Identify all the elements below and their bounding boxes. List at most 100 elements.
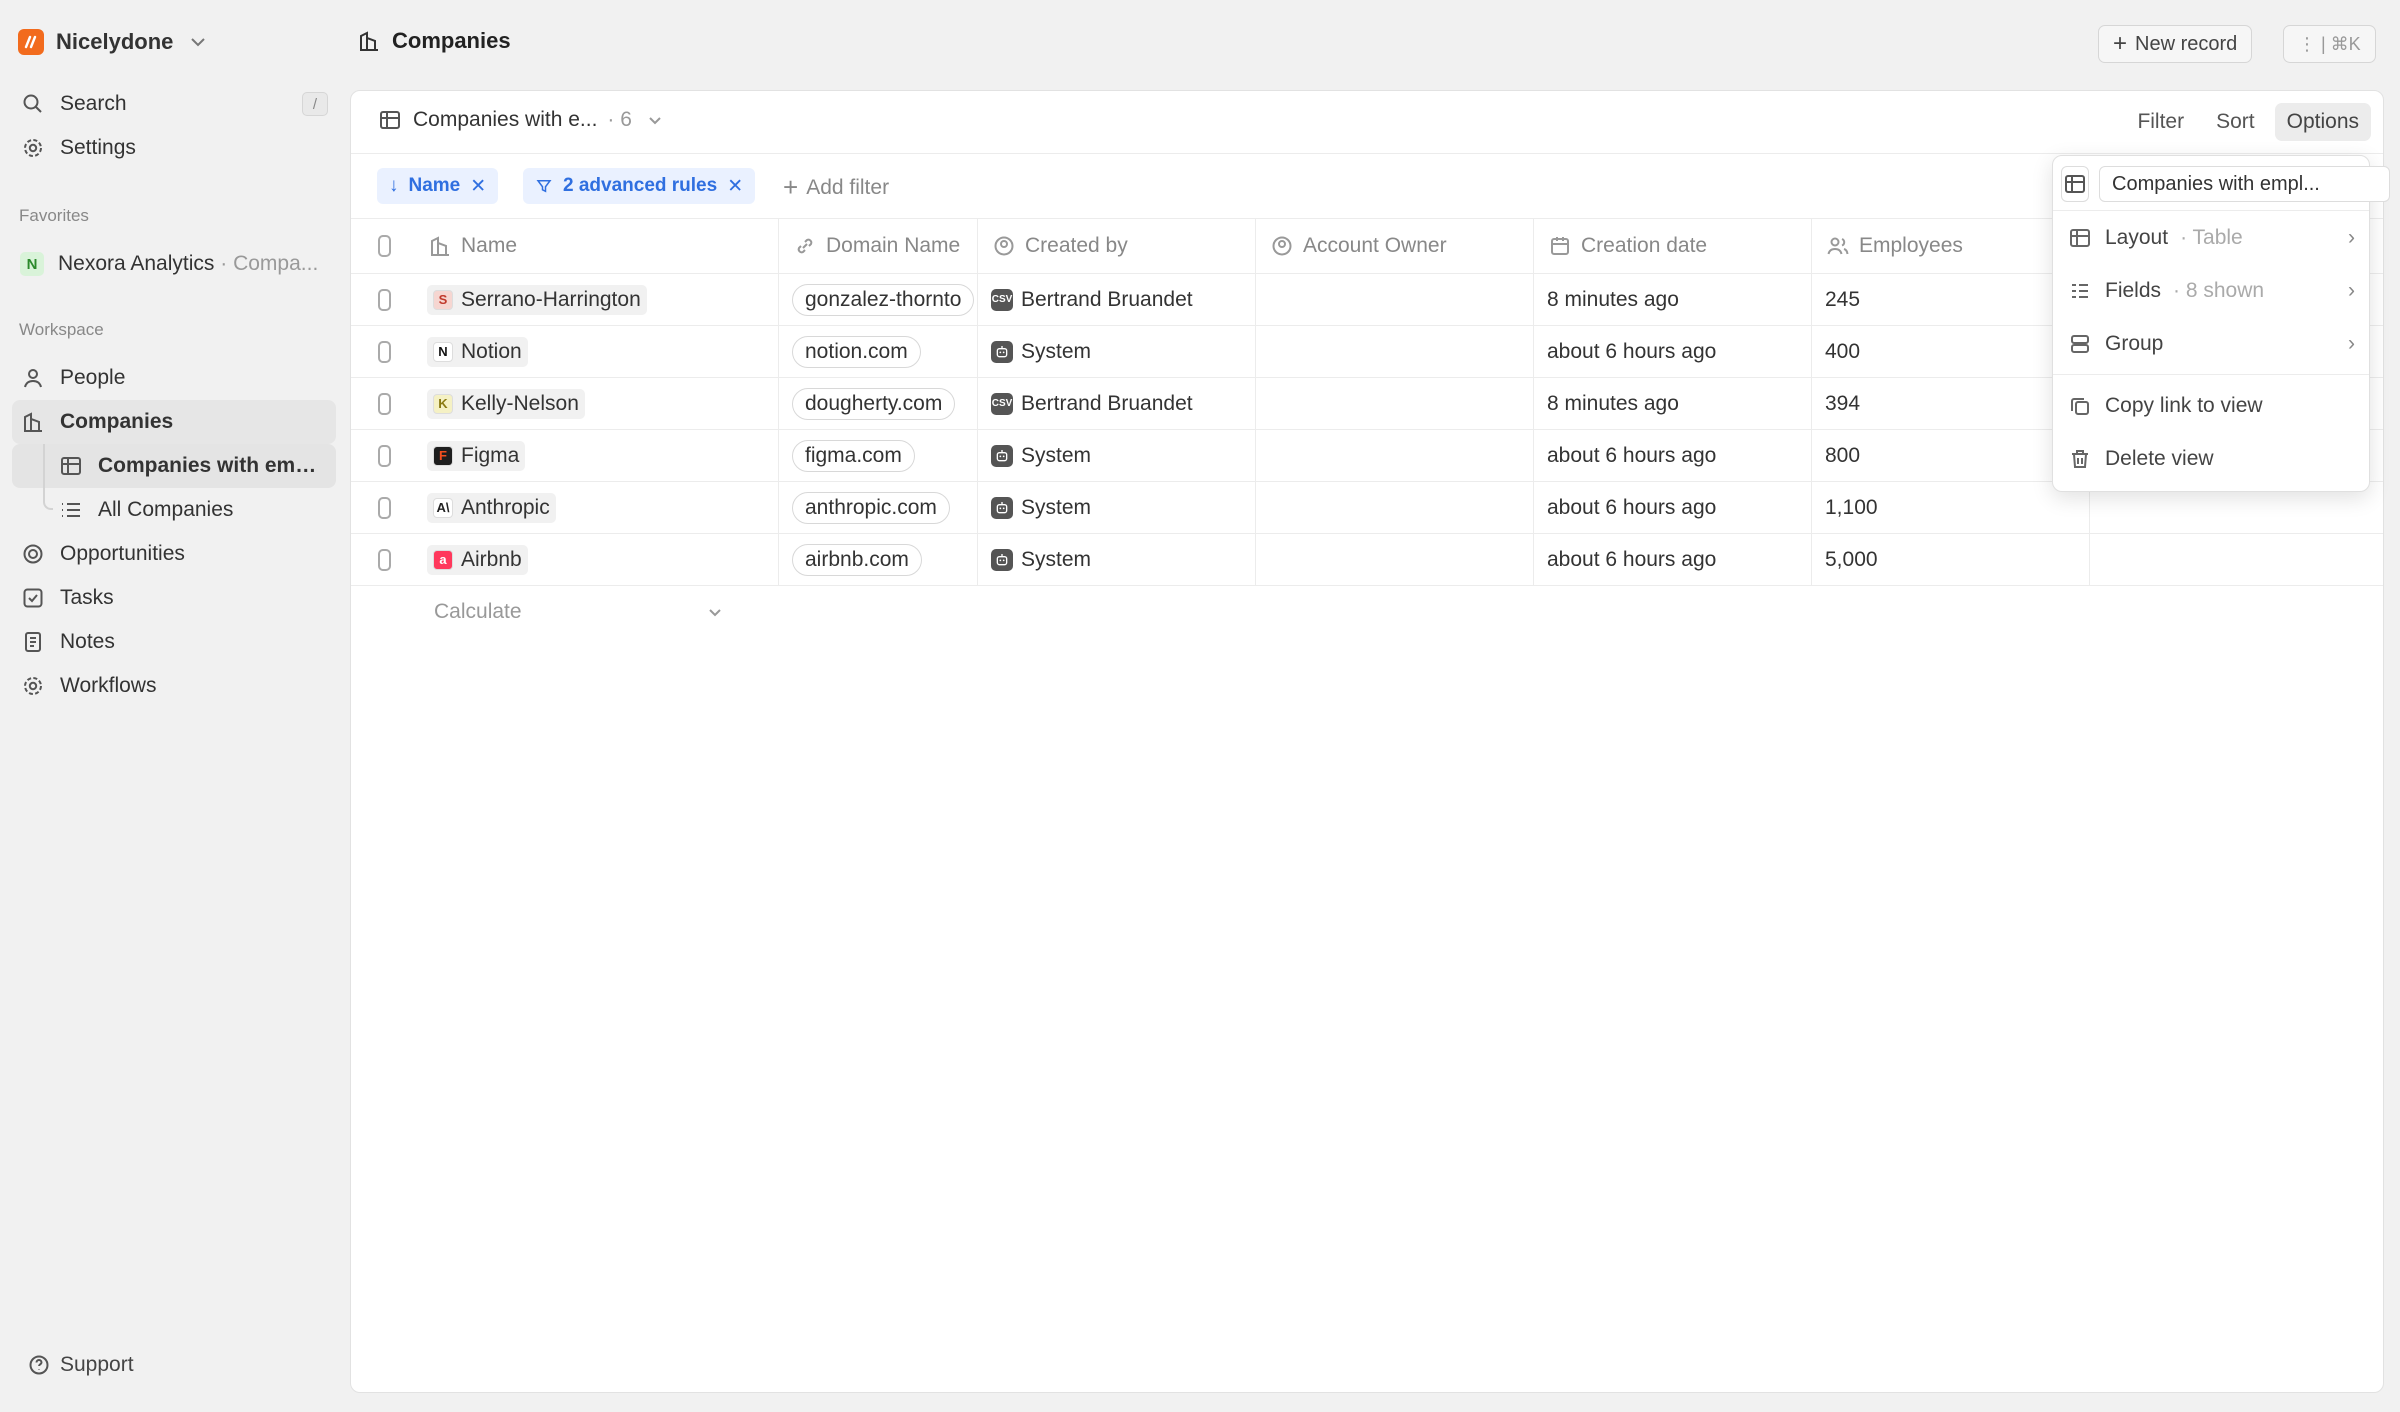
- menu-item-delete-view[interactable]: Delete view: [2053, 432, 2369, 485]
- company-chip[interactable]: S Serrano-Harrington: [427, 284, 647, 315]
- domain-cell[interactable]: dougherty.com: [779, 378, 978, 429]
- search-nav-item[interactable]: Search /: [12, 82, 336, 126]
- created-by-cell[interactable]: System: [978, 534, 1256, 585]
- remove-rules-icon[interactable]: ✕: [727, 175, 743, 198]
- account-owner-cell[interactable]: [1256, 482, 1534, 533]
- view-name-input[interactable]: [2099, 166, 2390, 202]
- created-by-cell[interactable]: System: [978, 326, 1256, 377]
- creation-date-cell[interactable]: about 6 hours ago: [1534, 430, 1812, 481]
- column-header-employees[interactable]: Employees: [1812, 219, 2090, 273]
- creation-date-cell[interactable]: about 6 hours ago: [1534, 534, 1812, 585]
- company-name-cell[interactable]: a Airbnb: [391, 534, 779, 585]
- building-icon: [20, 409, 46, 435]
- tree-line: [43, 444, 45, 488]
- sidebar-item-opportunities[interactable]: Opportunities: [12, 532, 336, 576]
- company-chip[interactable]: N Notion: [427, 336, 528, 367]
- sidebar-item-label: Companies: [60, 410, 174, 433]
- select-all-checkbox[interactable]: [378, 235, 391, 257]
- company-name-cell[interactable]: S Serrano-Harrington: [391, 274, 779, 325]
- row-checkbox[interactable]: [378, 392, 391, 415]
- account-owner-cell[interactable]: [1256, 274, 1534, 325]
- table-icon: [377, 107, 403, 133]
- domain-cell[interactable]: gonzalez-thornto: [779, 274, 978, 325]
- remove-sort-icon[interactable]: ✕: [470, 175, 486, 198]
- filter-button[interactable]: Filter: [2125, 103, 2196, 141]
- company-name-cell[interactable]: F Figma: [391, 430, 779, 481]
- employees-cell[interactable]: 245: [1812, 274, 2090, 325]
- column-header-creation-date[interactable]: Creation date: [1534, 219, 1812, 273]
- column-header-owner[interactable]: Account Owner: [1256, 219, 1534, 273]
- column-header-created-by[interactable]: Created by: [978, 219, 1256, 273]
- account-owner-cell[interactable]: [1256, 326, 1534, 377]
- sidebar-item-workflows[interactable]: Workflows: [12, 664, 336, 708]
- created-by-cell[interactable]: CSV Bertrand Bruandet: [978, 274, 1256, 325]
- company-chip[interactable]: F Figma: [427, 440, 526, 471]
- view-bar: Companies with e... · 6 Filter Sort Opti…: [351, 91, 2383, 154]
- sidebar-item-people[interactable]: People: [12, 356, 336, 400]
- created-by-cell[interactable]: CSV Bertrand Bruandet: [978, 378, 1256, 429]
- workspace-switcher[interactable]: Nicelydone: [18, 26, 211, 58]
- domain-link[interactable]: anthropic.com: [792, 491, 950, 524]
- employees-cell[interactable]: 800: [1812, 430, 2090, 481]
- domain-link[interactable]: airbnb.com: [792, 543, 922, 576]
- options-button[interactable]: Options: [2274, 103, 2371, 141]
- domain-link[interactable]: dougherty.com: [792, 387, 956, 420]
- employees-cell[interactable]: 400: [1812, 326, 2090, 377]
- column-header-name[interactable]: Name: [391, 219, 779, 273]
- domain-link[interactable]: figma.com: [792, 439, 915, 472]
- row-checkbox[interactable]: [378, 288, 391, 311]
- employees-cell[interactable]: 394: [1812, 378, 2090, 429]
- employees-cell[interactable]: 1,100: [1812, 482, 2090, 533]
- domain-cell[interactable]: airbnb.com: [779, 534, 978, 585]
- table-row[interactable]: a Airbnb airbnb.com System about 6 hours…: [351, 534, 2383, 586]
- company-chip[interactable]: A\ Anthropic: [427, 492, 556, 523]
- support-link[interactable]: Support: [26, 1352, 134, 1378]
- company-chip[interactable]: K Kelly-Nelson: [427, 388, 585, 419]
- creation-date-cell[interactable]: 8 minutes ago: [1534, 274, 1812, 325]
- sidebar-item-companies-view[interactable]: Companies with empl...: [12, 444, 336, 488]
- company-chip[interactable]: a Airbnb: [427, 544, 528, 575]
- sort-chip[interactable]: ↓ Name ✕: [377, 168, 499, 204]
- domain-cell[interactable]: anthropic.com: [779, 482, 978, 533]
- column-header-domain[interactable]: Domain Name: [779, 219, 978, 273]
- creation-date-cell[interactable]: about 6 hours ago: [1534, 482, 1812, 533]
- created-by-cell[interactable]: System: [978, 482, 1256, 533]
- account-owner-cell[interactable]: [1256, 430, 1534, 481]
- menu-item-layout[interactable]: Layout · Table ›: [2053, 211, 2369, 264]
- sidebar-item-companies[interactable]: Companies: [12, 400, 336, 444]
- account-owner-cell[interactable]: [1256, 534, 1534, 585]
- calculate-row[interactable]: Calculate: [351, 586, 2383, 638]
- view-icon-picker[interactable]: [2061, 166, 2089, 202]
- creation-date-cell[interactable]: about 6 hours ago: [1534, 326, 1812, 377]
- favorite-item[interactable]: N Nexora Analytics · Compa...: [12, 242, 336, 286]
- company-name-cell[interactable]: N Notion: [391, 326, 779, 377]
- menu-item-copy-link[interactable]: Copy link to view: [2053, 379, 2369, 432]
- employees-cell[interactable]: 5,000: [1812, 534, 2090, 585]
- account-owner-cell[interactable]: [1256, 378, 1534, 429]
- domain-cell[interactable]: figma.com: [779, 430, 978, 481]
- row-checkbox[interactable]: [378, 444, 391, 467]
- sidebar-item-notes[interactable]: Notes: [12, 620, 336, 664]
- row-checkbox[interactable]: [378, 496, 391, 519]
- view-switcher[interactable]: Companies with e... · 6: [377, 107, 668, 133]
- add-filter-button[interactable]: + Add filter: [783, 172, 889, 203]
- domain-link[interactable]: gonzalez-thornto: [792, 283, 975, 316]
- new-record-button[interactable]: + New record: [2098, 25, 2253, 63]
- menu-item-fields[interactable]: Fields · 8 shown ›: [2053, 264, 2369, 317]
- menu-item-group[interactable]: Group ›: [2053, 317, 2369, 370]
- company-name-cell[interactable]: K Kelly-Nelson: [391, 378, 779, 429]
- row-checkbox[interactable]: [378, 340, 391, 363]
- created-by-cell[interactable]: System: [978, 430, 1256, 481]
- sidebar-item-all-companies[interactable]: All Companies: [12, 488, 336, 532]
- sidebar-item-tasks[interactable]: Tasks: [12, 576, 336, 620]
- favorites-nav: N Nexora Analytics · Compa...: [12, 242, 336, 286]
- advanced-rules-chip[interactable]: 2 advanced rules ✕: [523, 168, 756, 204]
- sort-button[interactable]: Sort: [2204, 103, 2267, 141]
- company-name-cell[interactable]: A\ Anthropic: [391, 482, 779, 533]
- creation-date-cell[interactable]: 8 minutes ago: [1534, 378, 1812, 429]
- domain-cell[interactable]: notion.com: [779, 326, 978, 377]
- more-actions-button[interactable]: ⋮ | ⌘K: [2283, 25, 2376, 63]
- settings-nav-item[interactable]: Settings: [12, 126, 336, 170]
- domain-link[interactable]: notion.com: [792, 335, 921, 368]
- row-checkbox[interactable]: [378, 548, 391, 571]
